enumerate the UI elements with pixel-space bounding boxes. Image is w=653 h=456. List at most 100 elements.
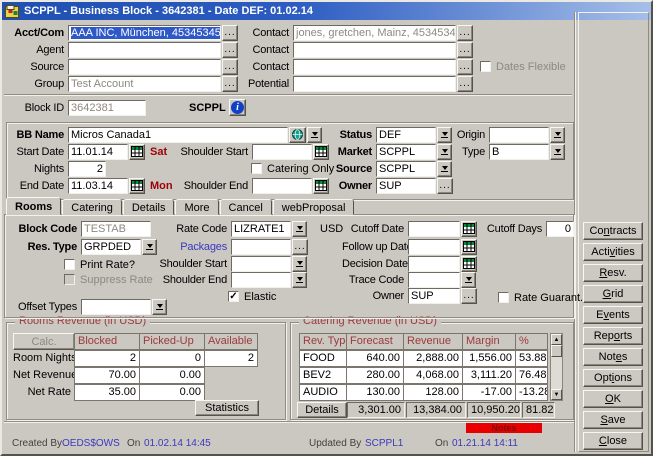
nights-input[interactable]: 2: [68, 161, 106, 177]
catering-table-scrollbar[interactable]: ▲ ▼: [550, 333, 563, 401]
follow-up-date-input[interactable]: [408, 239, 460, 255]
rooms-shoulder-start-lov-button[interactable]: [292, 256, 307, 272]
cutoff-date-input[interactable]: [408, 221, 460, 237]
acct-com-input[interactable]: AAA INC, München, 45345345: [68, 25, 221, 41]
notes-attached-badge[interactable]: Notes: [466, 423, 542, 433]
contact3-lookup-button[interactable]: ...: [457, 59, 473, 75]
packages-label[interactable]: Packages: [152, 241, 231, 253]
cell-rev-type: BEV2: [299, 367, 347, 384]
row-label: Net Revenue: [13, 367, 75, 384]
title-bar[interactable]: SCPPL - Business Block - 3642381 - Date …: [2, 2, 651, 20]
bb-owner-lookup-button[interactable]: ...: [437, 178, 453, 194]
rate-guarant-checkbox[interactable]: [498, 292, 509, 303]
tab-rooms[interactable]: Rooms: [6, 197, 61, 215]
bb-name-input[interactable]: Micros Canada1: [68, 127, 288, 143]
row-label: Room Nights: [13, 350, 75, 367]
rooms-shoulder-start-field: Shoulder Start: [152, 255, 307, 272]
scroll-up-button[interactable]: ▲: [551, 334, 562, 345]
contracts-button[interactable]: Contracts: [583, 222, 643, 240]
ok-button[interactable]: OK: [583, 390, 643, 408]
start-date-input[interactable]: 11.01.14: [68, 144, 128, 160]
potential-lookup-button[interactable]: ...: [457, 76, 473, 92]
bb-source-lov-button[interactable]: [437, 161, 452, 177]
rooms-owner-input[interactable]: SUP: [408, 288, 460, 304]
elastic-checkbox[interactable]: ✓: [228, 291, 239, 302]
reports-button[interactable]: Reports: [583, 327, 643, 345]
end-date-input[interactable]: 11.03.14: [68, 178, 128, 194]
potential-input[interactable]: [293, 76, 456, 92]
statistics-button[interactable]: Statistics: [195, 400, 259, 416]
print-rate-checkbox[interactable]: [64, 259, 75, 270]
origin-lov-button[interactable]: [550, 127, 565, 143]
save-button[interactable]: Save: [583, 411, 643, 429]
cell-rev-type: FOOD: [299, 350, 347, 367]
block-id-field: Block ID 3642381: [4, 99, 146, 116]
resv-button[interactable]: Resv.: [583, 264, 643, 282]
res-type-input[interactable]: GRPDED: [81, 239, 141, 255]
cell-pct: 53.88: [515, 350, 548, 367]
contact3-input[interactable]: [293, 59, 456, 75]
contact1-lookup-button[interactable]: ...: [457, 25, 473, 41]
group-input[interactable]: Test Account: [68, 76, 221, 92]
activities-button[interactable]: Activities: [583, 243, 643, 261]
contact2-input[interactable]: [293, 42, 456, 58]
suppress-rate-label: Suppress Rate: [80, 274, 153, 286]
contact1-input[interactable]: jones, gretchen, Mainz, 45345345: [293, 25, 456, 41]
cutoff-date-calendar-button[interactable]: [461, 221, 477, 237]
agent-input[interactable]: [68, 42, 221, 58]
contact2-lookup-button[interactable]: ...: [457, 42, 473, 58]
total-revenue: 13,384.00: [406, 402, 466, 418]
packages-input[interactable]: [231, 239, 291, 255]
translate-globe-button[interactable]: [289, 127, 306, 143]
notes-button[interactable]: Notes: [583, 348, 643, 366]
catering-only-checkbox[interactable]: [251, 163, 262, 174]
tab-more[interactable]: More: [175, 199, 218, 215]
decision-date-input[interactable]: [408, 256, 460, 272]
source-input[interactable]: [68, 59, 221, 75]
rate-code-lov-button[interactable]: [292, 221, 307, 237]
rate-code-input[interactable]: LIZRATE1: [231, 221, 291, 237]
shoulder-start-date-input[interactable]: [252, 144, 312, 160]
start-date-calendar-button[interactable]: [129, 144, 145, 160]
bb-owner-input[interactable]: SUP: [376, 178, 436, 194]
close-button[interactable]: Close: [583, 432, 643, 450]
type-field: Type B: [427, 143, 565, 160]
type-lov-button[interactable]: [550, 144, 565, 160]
trace-code-input[interactable]: [408, 272, 460, 288]
bb-source-input[interactable]: SCPPL: [376, 161, 436, 177]
type-input[interactable]: B: [489, 144, 549, 160]
packages-lookup-button[interactable]: ...: [292, 239, 308, 255]
resort-info-button[interactable]: i: [229, 99, 246, 116]
events-button[interactable]: Events: [583, 306, 643, 324]
decision-date-calendar-button[interactable]: [461, 256, 477, 272]
origin-input[interactable]: [489, 127, 549, 143]
trace-code-lov-button[interactable]: [461, 272, 476, 288]
dates-flexible-checkbox[interactable]: [480, 61, 491, 72]
shoulder-end-date-input[interactable]: [252, 178, 312, 194]
rooms-shoulder-end-input[interactable]: [231, 272, 291, 288]
follow-up-date-calendar-button[interactable]: [461, 239, 477, 255]
bb-owner-label: Owner: [312, 180, 376, 192]
grid-button[interactable]: Grid: [583, 285, 643, 303]
scroll-down-button[interactable]: ▼: [551, 389, 562, 400]
rooms-shoulder-end-lov-button[interactable]: [292, 272, 307, 288]
column-header-margin: Margin: [462, 333, 516, 350]
offset-types-input[interactable]: [81, 299, 151, 315]
scrollbar-thumb[interactable]: [551, 345, 562, 357]
offset-types-lov-button[interactable]: [152, 299, 167, 315]
table-row: Room Nights 2 0 2: [13, 350, 258, 367]
tab-details[interactable]: Details: [123, 199, 175, 215]
shoulder-start-date-label: Shoulder Start: [180, 146, 252, 158]
options-button[interactable]: Options: [583, 369, 643, 387]
details-button[interactable]: Details: [297, 402, 347, 418]
block-code-field: Block Code TESTAB: [4, 220, 151, 237]
tab-cancel[interactable]: Cancel: [220, 199, 272, 215]
suppress-rate-checkbox: [64, 274, 75, 285]
rooms-owner-lookup-button[interactable]: ...: [461, 288, 477, 304]
cutoff-days-input[interactable]: 0: [546, 221, 574, 237]
rooms-shoulder-start-input[interactable]: [231, 256, 291, 272]
calendar-icon: [463, 258, 475, 269]
tab-webproposal[interactable]: webProposal: [273, 199, 355, 215]
tab-catering[interactable]: Catering: [62, 199, 122, 215]
end-date-calendar-button[interactable]: [129, 178, 145, 194]
